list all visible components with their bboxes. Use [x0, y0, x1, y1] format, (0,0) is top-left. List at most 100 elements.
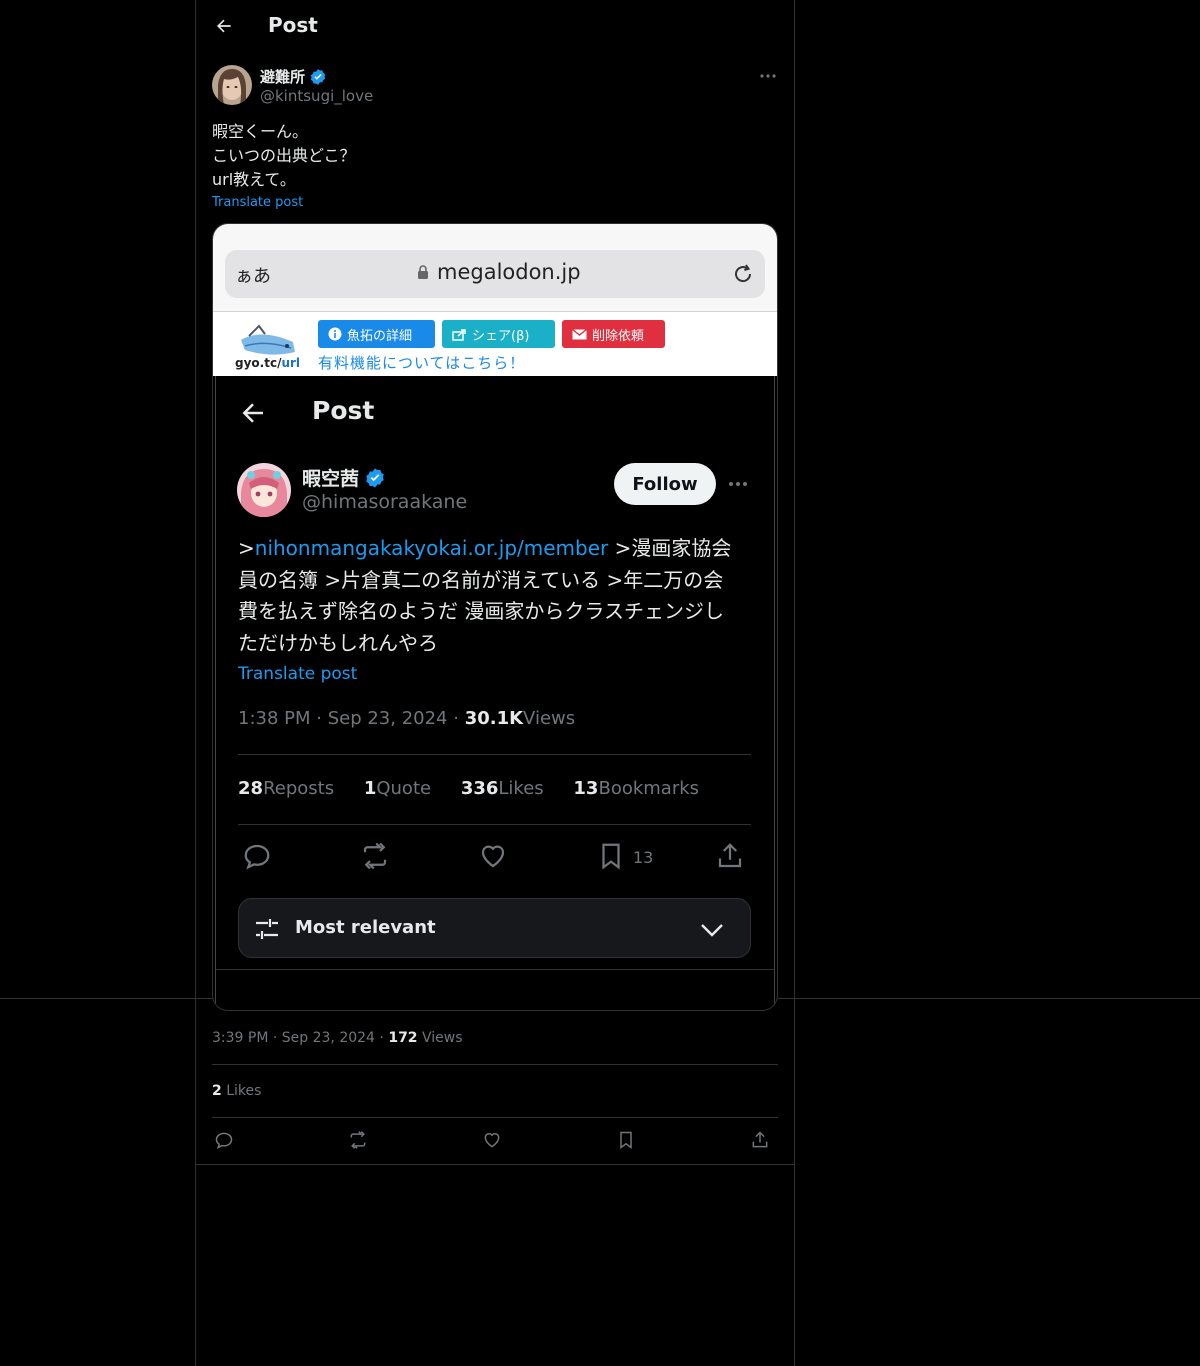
- screenshot-sort-label: Most relevant: [295, 917, 436, 938]
- screenshot-share-label: シェア(β): [472, 328, 530, 344]
- divider: [212, 1064, 778, 1065]
- post-date[interactable]: Sep 23, 2024: [282, 1030, 375, 1046]
- arrow-left-icon: [217, 19, 231, 33]
- screenshot-x-post: Post 暇空茜 @himasoraakane Follow >nihonman…: [215, 376, 775, 1010]
- screenshot-quote-label: Quote: [376, 778, 432, 799]
- more-options-button[interactable]: [756, 66, 780, 86]
- screenshot-paid-note: 有料機能についてはこちら！: [318, 354, 526, 372]
- screenshot-bookmarks-label: Bookmarks: [598, 778, 700, 799]
- back-button[interactable]: [208, 10, 240, 42]
- action-bar: [212, 1128, 778, 1154]
- author-name-text: 避難所: [260, 68, 306, 86]
- post-header: Post: [196, 0, 794, 54]
- screenshot-action-bar: 13: [238, 839, 751, 875]
- bookmark-icon: [620, 1131, 632, 1149]
- screenshot-stats: 28Reposts 1Quote 336Likes 13Bookmarks: [238, 778, 723, 799]
- screenshot-body-line1-rest: >漫画家協会: [608, 536, 732, 560]
- screenshot-quote-stat: 1Quote: [364, 778, 431, 799]
- divider: [238, 754, 751, 755]
- screenshot-likes-count: 336: [460, 778, 499, 799]
- screenshot-avatar: [237, 463, 291, 517]
- views-count: 172: [388, 1030, 418, 1046]
- author-name[interactable]: 避難所: [260, 66, 327, 87]
- like-icon: [481, 845, 505, 868]
- screenshot-url: megalodon.jp: [417, 260, 581, 284]
- divider: [238, 824, 751, 825]
- screenshot-detail-label: 魚拓の詳細: [347, 328, 413, 344]
- screenshot-body-line: 費を払えず除名のようだ 漫画家からクラスチェンジし: [238, 599, 724, 623]
- gyotaku-logo-text-accent: url: [281, 356, 301, 370]
- screenshot-time: 1:38 PM: [238, 708, 311, 729]
- screenshot-likes-label: Likes: [498, 778, 544, 799]
- screenshot-body-line: ただけかもしれんやろ: [238, 630, 438, 655]
- reply-icon: [244, 844, 270, 870]
- post-text: 暇空くーん。 こいつの出典どこ？ url教えて。: [212, 120, 356, 192]
- author-avatar-image: [212, 65, 252, 105]
- screenshot-url-bar: ぁあ megalodon.jp: [225, 250, 765, 298]
- screenshot-avatar-image: [237, 463, 291, 517]
- more-horizontal-icon: [729, 482, 747, 486]
- repost-icon: [363, 842, 387, 870]
- reply-icon: [215, 1132, 233, 1149]
- screenshot-bookmarks-stat: 13Bookmarks: [573, 778, 699, 799]
- reload-icon: [735, 264, 752, 283]
- like-button[interactable]: [480, 1128, 504, 1152]
- screenshot-post-title: Post: [312, 396, 375, 425]
- screenshot-reposts-label: Reposts: [263, 778, 335, 799]
- likes-stat[interactable]: 2 Likes: [212, 1083, 261, 1099]
- post-text-line: url教えて。: [212, 170, 296, 189]
- repost-button[interactable]: [346, 1128, 370, 1152]
- screenshot-reposts-count: 28: [238, 778, 264, 799]
- share-icon: [752, 1131, 768, 1148]
- screenshot-follow-button: Follow: [614, 463, 716, 505]
- screenshot-likes-stat: 336Likes: [461, 778, 544, 799]
- verified-badge-icon: [310, 68, 326, 85]
- screenshot-delete-button: 削除依頼: [562, 320, 665, 348]
- screenshot-quote-count: 1: [363, 778, 377, 799]
- screenshot-browser-bar: ぁあ megalodon.jp: [213, 224, 777, 312]
- author-handle[interactable]: @kintsugi_love: [260, 87, 373, 105]
- screenshot-body-link: nihonmangakakyokai.or.jp/member: [254, 536, 609, 560]
- page-title: Post: [268, 13, 318, 37]
- verified-badge-icon: [366, 467, 384, 488]
- translate-post-link[interactable]: Translate post: [212, 195, 303, 210]
- screenshot-gyotaku-bar: gyo.tc/url 魚拓の詳細 シェア(β) 削除依頼 有料機能についてはこち…: [213, 312, 777, 376]
- gyotaku-logo-text-main: gyo.tc/: [235, 356, 282, 370]
- screenshot-views-count: 30.1K: [464, 708, 524, 729]
- screenshot-author-handle: @himasoraakane: [302, 491, 468, 513]
- screenshot-views-label: Views: [523, 708, 576, 729]
- screenshot-date: Sep 23, 2024: [327, 708, 448, 729]
- chevron-down-icon: [701, 924, 723, 937]
- info-icon: [328, 327, 342, 341]
- screenshot-sort-dropdown: Most relevant: [238, 898, 751, 958]
- screenshot-aa-label: ぁあ: [235, 266, 271, 287]
- post-text-line: こいつの出典どこ？: [212, 146, 356, 165]
- screenshot-reposts-stat: 28Reposts: [238, 778, 334, 799]
- primary-column: Post 避難所 @kintsugi_love 暇空くーん。 こいつの出典どこ？…: [195, 0, 795, 1366]
- screenshot-author-name-text: 暇空茜: [302, 468, 360, 490]
- post-meta: 3:39 PM · Sep 23, 2024 · 172 Views: [212, 1030, 463, 1046]
- screenshot-post-body: >nihonmangakakyokai.or.jp/member >漫画家協会 …: [238, 533, 758, 659]
- divider: [196, 1164, 794, 1165]
- divider: [212, 1117, 778, 1118]
- sliders-icon: [256, 919, 278, 939]
- screenshot-detail-button: 魚拓の詳細: [318, 320, 435, 348]
- more-horizontal-icon: [760, 74, 776, 78]
- repost-icon: [350, 1131, 366, 1149]
- screenshot-author-name: 暇空茜: [302, 464, 386, 491]
- screenshot-body-line: >nihonmangakakyokai.or.jp/member >漫画家協会: [238, 533, 758, 565]
- mail-icon: [572, 328, 587, 339]
- reply-button[interactable]: [212, 1128, 236, 1152]
- screenshot-translate-link: Translate post: [238, 664, 358, 684]
- avatar[interactable]: [212, 65, 252, 105]
- post-time[interactable]: 3:39 PM: [212, 1030, 268, 1046]
- post-text-line: 暇空くーん。: [212, 122, 309, 141]
- screenshot-bookmarks-count: 13: [573, 778, 599, 799]
- screenshot-delete-label: 削除依頼: [592, 328, 645, 344]
- share-button[interactable]: [748, 1128, 772, 1152]
- divider: [216, 969, 774, 970]
- screenshot-body-line: 員の名簿 >片倉真二の名前が消えている >年二万の会: [238, 567, 724, 592]
- bookmark-button[interactable]: [614, 1128, 638, 1152]
- post-image[interactable]: ぁあ megalodon.jp gyo.tc/url 魚拓の詳細 シェア(β) …: [212, 223, 778, 1011]
- screenshot-bookmark-count: 13: [633, 848, 654, 867]
